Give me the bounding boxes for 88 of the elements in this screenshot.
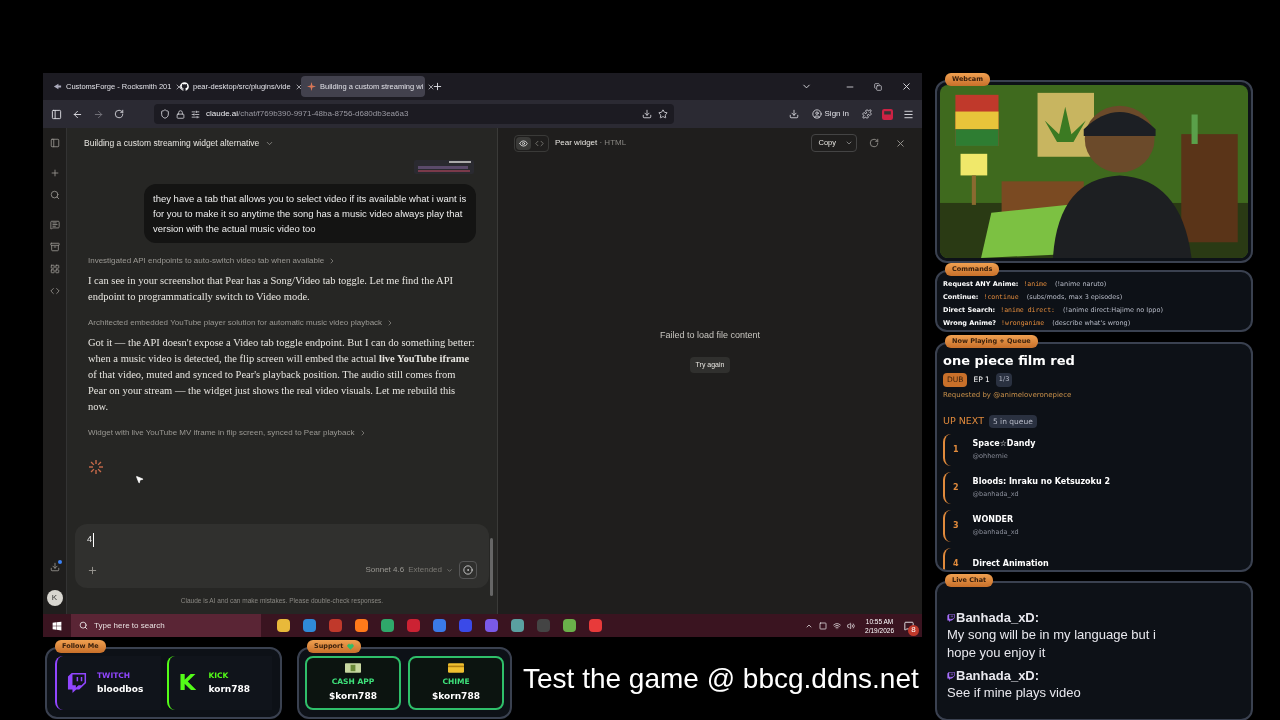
credit-card-icon	[448, 662, 464, 673]
grid-icon[interactable]	[49, 264, 60, 274]
new-chat-icon[interactable]	[49, 168, 60, 178]
close-icon[interactable]	[901, 81, 912, 92]
close-icon[interactable]	[427, 82, 436, 91]
url: claude.ai/chat/f769b390-9971-48ba-8756-d680db3ea6a3	[206, 108, 409, 120]
now-playing-title: one piece film red	[943, 352, 1076, 370]
thinking-summary[interactable]: Architected embedded YouTube player solution for automatic music video playback	[88, 317, 383, 329]
extension-icon[interactable]	[862, 109, 872, 119]
handle: bloodbos	[97, 682, 144, 696]
lock-icon[interactable]	[176, 109, 185, 119]
assistant-message: Got it — the API doesn't expose a Video tab toggle endpoint. But I can do something better: when a music video is detected, the flip screen will embed the actual live YouTube iframe of that video, muted and synced to Pear's playback position. The audio still comes from Pear on your stream — the widget just shows the real video visuals. Let me rebuild this now.	[88, 336, 476, 414]
chat-title[interactable]: Building a custom streaming widget alternative	[84, 136, 260, 150]
chat-username: Banhada_xD:	[956, 667, 1040, 684]
sidebar-icon[interactable]	[51, 108, 62, 120]
code-icon	[535, 138, 544, 148]
thinking-summary[interactable]: Investigated API endpoints to auto-switch video tab when available	[88, 255, 325, 267]
preview-tab[interactable]	[516, 136, 531, 150]
error-message: Failed to load file content	[659, 329, 761, 342]
chat-username: Banhada_xD:	[956, 609, 1040, 626]
starburst-icon	[307, 82, 316, 91]
close-icon[interactable]	[175, 82, 184, 91]
eye-icon	[519, 138, 528, 148]
screenshot-thumbnail[interactable]	[414, 160, 474, 174]
queue-title: Space☆Dandy	[972, 437, 1036, 450]
assistant-message: I can see in your screenshot that Pear has a Song/Video tab toggle. Let me find the API endpoint to programmatically switch to Video mode.	[88, 274, 455, 304]
install-icon[interactable]	[642, 109, 652, 119]
chats-icon[interactable]	[49, 220, 60, 230]
sliders-icon[interactable]	[191, 109, 200, 119]
spinner-icon	[88, 459, 104, 475]
artifact-title: Pear widget · HTML	[555, 137, 627, 149]
chevron-icon	[845, 139, 853, 147]
heart-icon	[347, 643, 355, 650]
reload-icon[interactable]	[114, 109, 124, 119]
back-icon[interactable]	[72, 108, 83, 120]
chat-message: See if mine plays video	[947, 684, 1082, 702]
taskbar-search[interactable]: Type here to search	[71, 614, 261, 637]
thinking-summary[interactable]: Widget with live YouTube MV iframe in flip screen, synced to Pear playback	[88, 427, 355, 439]
restore-icon[interactable]	[874, 82, 882, 91]
user-message: they have a tab that allows you to select video if its available what i want is for you to make it so anytime the song has a music video always play that version with the actual music video too	[144, 184, 476, 243]
new-tab-icon[interactable]	[432, 81, 443, 92]
user-avatar[interactable]: K	[46, 590, 63, 606]
handle: $korn788	[432, 689, 480, 703]
up-next-heading: UP NEXT	[943, 414, 984, 429]
star-icon[interactable]	[658, 109, 668, 119]
network-icon[interactable]	[833, 621, 842, 630]
kick-logo: K	[178, 672, 197, 694]
queue-title: WONDER	[972, 513, 1015, 526]
twitch-icon	[947, 613, 955, 622]
account-icon	[811, 109, 822, 119]
extension-icon[interactable]	[882, 108, 893, 120]
queue-title: Direct Animation	[972, 557, 1049, 570]
message-input[interactable]: 4 Sonnet 4.6 Extended	[75, 524, 489, 588]
queue-title: Bloods: Inraku no Ketsuzoku 2	[972, 475, 1110, 488]
input-text: 4	[87, 533, 94, 547]
arrow-logo-icon	[53, 82, 62, 91]
search-icon	[79, 621, 88, 630]
banknote-icon	[345, 662, 361, 673]
twitch-icon	[947, 671, 955, 680]
box-icon[interactable]	[49, 242, 60, 252]
attach-icon[interactable]	[87, 564, 98, 576]
banner-text: Test the game @ bbcg.ddns.net	[523, 662, 919, 696]
address-bar[interactable]: claude.ai/chat/f769b390-9971-48ba-8756-d680db3ea6a3	[154, 104, 674, 124]
github-icon	[180, 82, 189, 91]
notification-count: 8	[908, 624, 919, 636]
voice-button[interactable]	[459, 561, 477, 579]
model-selector[interactable]: Sonnet 4.6 Extended	[365, 564, 453, 576]
volume-icon[interactable]	[847, 621, 856, 630]
menu-icon[interactable]	[903, 108, 914, 120]
handle: $korn788	[329, 689, 377, 703]
shield-icon[interactable]	[160, 109, 170, 119]
start-icon[interactable]	[52, 620, 62, 631]
scrollbar-thumb[interactable]	[490, 538, 493, 596]
sidebar-toggle-icon[interactable]	[49, 138, 60, 148]
forward-icon[interactable]	[93, 108, 104, 120]
chat-message: My song will be in my language but i hope you enjoy it	[947, 626, 1157, 662]
refresh-icon[interactable]	[869, 138, 879, 148]
search-icon[interactable]	[49, 190, 60, 200]
voice-icon	[463, 565, 473, 575]
download-icon[interactable]	[49, 562, 60, 572]
twitch-logo-icon	[67, 673, 87, 693]
close-icon[interactable]	[294, 82, 303, 91]
sign-in-button[interactable]: Sign in	[808, 108, 852, 120]
handle: korn788	[208, 682, 251, 696]
cursor-icon	[135, 475, 144, 484]
chevron-icon	[446, 566, 453, 574]
code-icon[interactable]	[49, 286, 60, 296]
download-icon[interactable]	[788, 109, 799, 119]
